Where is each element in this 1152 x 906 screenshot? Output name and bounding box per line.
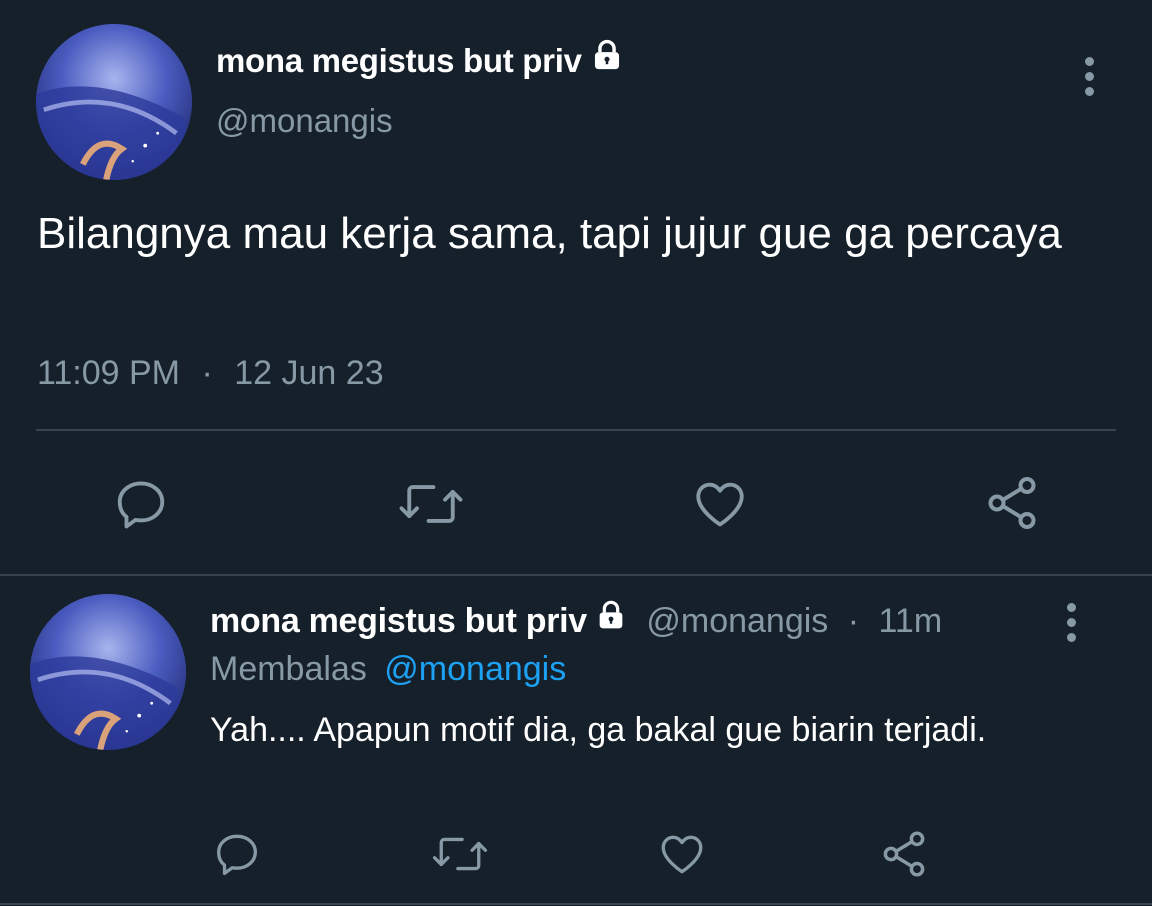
reply-age[interactable]: 11m	[879, 602, 943, 640]
main-tweet-text: Bilangnya mau kerja sama, tapi jujur gue…	[37, 209, 1062, 258]
reply-avatar[interactable]	[30, 594, 186, 750]
share-icon[interactable]	[982, 472, 1042, 534]
reply-icon[interactable]	[212, 829, 262, 879]
main-tweet-more-options-icon[interactable]	[1083, 57, 1095, 96]
tweet-time[interactable]: 11:09 PM	[37, 354, 180, 392]
lock-icon	[595, 599, 627, 640]
bottom-divider	[0, 903, 1152, 905]
tweet-date[interactable]: 12 Jun 23	[234, 354, 383, 392]
replying-to-mention[interactable]: @monangis	[384, 650, 566, 688]
replying-to-label: Membalas	[210, 650, 367, 688]
reply-separator: ·	[847, 602, 860, 640]
reply-author-name[interactable]: mona megistus but priv	[210, 602, 587, 640]
reply-author-handle[interactable]: @monangis	[646, 602, 828, 640]
author-name-text: mona megistus but priv	[216, 42, 582, 79]
replying-to-line: Membalas @monangis	[210, 650, 566, 689]
reply-header: mona megistus but priv @monangis · 11m	[210, 599, 943, 641]
reply-more-options-icon[interactable]	[1065, 603, 1077, 642]
main-tweet-avatar[interactable]	[36, 24, 192, 180]
like-icon[interactable]	[656, 829, 708, 879]
reply-icon[interactable]	[112, 475, 170, 533]
section-divider	[0, 574, 1152, 576]
meta-separator: ·	[201, 354, 213, 392]
retweet-icon[interactable]	[430, 829, 490, 879]
avatar-image	[30, 594, 186, 750]
main-tweet-author-name[interactable]: mona megistus but priv	[216, 40, 624, 80]
lock-icon	[590, 38, 624, 80]
avatar-image	[36, 24, 192, 180]
reply-text: Yah.... Apapun motif dia, ga bakal gue b…	[210, 711, 987, 749]
main-tweet-divider	[36, 429, 1116, 431]
retweet-icon[interactable]	[396, 475, 466, 533]
share-icon[interactable]	[878, 827, 930, 881]
main-tweet-author-handle[interactable]: @monangis	[216, 102, 393, 140]
like-icon[interactable]	[690, 475, 750, 533]
main-tweet-timestamp: 11:09 PM · 12 Jun 23	[37, 354, 384, 393]
